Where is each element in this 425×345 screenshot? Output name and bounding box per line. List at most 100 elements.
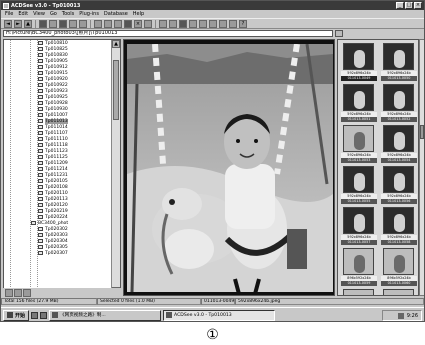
- thumbnail[interactable]: 592x896x24b 011013-0057: [340, 206, 378, 247]
- tree-tool-icon[interactable]: [23, 288, 31, 297]
- thumbnail[interactable]: 592x896x24b 011013-0056: [380, 165, 418, 206]
- thumbnail-image: [383, 166, 414, 193]
- start-button[interactable]: 开始: [3, 309, 30, 321]
- thumbnail[interactable]: 592x896x24b 011013-0053: [340, 124, 378, 165]
- thumbnail[interactable]: 592x896x24b 011013-0058: [380, 206, 418, 247]
- details-view-icon[interactable]: [219, 19, 227, 28]
- folder-icon: [38, 227, 43, 231]
- thumbnail[interactable]: 592x896x24b 011013-0051: [340, 83, 378, 124]
- close-button[interactable]: ×: [414, 2, 422, 9]
- back-icon[interactable]: ◄: [4, 19, 12, 28]
- thumbnail[interactable]: 592x896x24b 011013-0055: [340, 165, 378, 206]
- email-icon[interactable]: [79, 19, 87, 28]
- folder-icon: [31, 221, 36, 225]
- forward-icon[interactable]: ►: [14, 19, 22, 28]
- folder-label: Tp020304: [45, 238, 68, 244]
- figure-caption: ①: [206, 327, 219, 343]
- view-icon[interactable]: [49, 19, 57, 28]
- folder-icon: [38, 59, 43, 63]
- menu-view[interactable]: View: [33, 11, 45, 17]
- scroll-up-icon[interactable]: ▲: [112, 40, 120, 48]
- menu-help[interactable]: Help: [133, 11, 144, 17]
- image-preview[interactable]: [123, 39, 335, 296]
- folder-icon: [38, 197, 43, 201]
- thumbnail[interactable]: [380, 288, 418, 295]
- thumbnail-name: 011013-0050: [381, 76, 417, 81]
- thumbnail[interactable]: 592x896x24b 011013-0052: [380, 83, 418, 124]
- address-input[interactable]: H:\Picture\BC3400_photo03\[照片]\Tp010013: [3, 30, 333, 37]
- maximize-button[interactable]: □: [405, 2, 413, 9]
- thumbnail-scrollbar[interactable]: [419, 39, 424, 296]
- thumbnail-image: [383, 248, 414, 275]
- address-dropdown-button[interactable]: [335, 30, 343, 37]
- thumbnail-image: [343, 166, 374, 193]
- paste-icon[interactable]: [114, 19, 122, 28]
- thumbnail-name: 011013-0054: [381, 158, 417, 163]
- wallpaper-icon[interactable]: [179, 19, 187, 28]
- thumbnail[interactable]: 896x592x24b 011013-0059: [340, 247, 378, 288]
- status-bar: Total 156 files (27.9 MB) Selected 0 fil…: [1, 297, 424, 305]
- tree-scroll-thumb[interactable]: [113, 60, 119, 120]
- tree-scrollbar[interactable]: ▲ ▼: [111, 40, 120, 295]
- folder-icon: [38, 203, 43, 207]
- move-icon[interactable]: [124, 19, 132, 28]
- thumbnail-scroll-thumb[interactable]: [420, 125, 424, 139]
- menu-go[interactable]: Go: [50, 11, 57, 17]
- task-button-document[interactable]: 《网页视频之路》制...: [49, 309, 162, 321]
- thumbnails-view-icon[interactable]: [209, 19, 217, 28]
- application-window: ACDSee v3.0 - Tp010013 _ □ × File Edit V…: [0, 0, 425, 322]
- up-folder-icon[interactable]: ▲: [24, 19, 32, 28]
- thumbnail[interactable]: 592x896x24b 011013-0049: [340, 42, 378, 83]
- thumbnail-pane[interactable]: 592x896x24b 011013-0049 592x896x24b 011013-…: [337, 39, 419, 296]
- folder-icon: [38, 119, 43, 123]
- menu-edit[interactable]: Edit: [18, 11, 28, 17]
- preview-photo: [127, 44, 333, 292]
- thumbnail[interactable]: 592x896x24b 011013-0050: [380, 42, 418, 83]
- folder-icon: [38, 83, 43, 87]
- zoom-icon[interactable]: [169, 19, 177, 28]
- folder-label: Tp020302: [45, 226, 68, 232]
- browse-icon[interactable]: [39, 19, 47, 28]
- folder-icon: [38, 89, 43, 93]
- menu-database[interactable]: Database: [104, 11, 128, 17]
- tray-icon[interactable]: [397, 312, 404, 319]
- thumbnail-name: 011013-0059: [341, 281, 377, 286]
- copy-icon[interactable]: [104, 19, 112, 28]
- menu-plugins[interactable]: Plug-ins: [79, 11, 99, 17]
- slideshow-icon[interactable]: [59, 19, 67, 28]
- rotate-icon[interactable]: [159, 19, 167, 28]
- folder-item[interactable]: Tp020307: [4, 250, 112, 256]
- folder-label: Tp010915: [45, 70, 68, 76]
- folder-tree[interactable]: Tp010810 Tp010825 Tp010830 Tp010905 Tp010912…: [3, 39, 121, 296]
- tree-tool-icon[interactable]: [14, 288, 22, 297]
- tree-tool-icon[interactable]: [5, 288, 13, 297]
- folder-icon: [38, 245, 43, 249]
- task-button-acdsee[interactable]: ACDSee v3.0 - Tp010013: [163, 309, 276, 321]
- thumbnail[interactable]: [340, 288, 378, 295]
- folder-label: Tp020307: [45, 250, 68, 256]
- folder-label: Tp010825: [45, 46, 68, 52]
- folder-label: Tp010912: [45, 64, 68, 70]
- thumbnail[interactable]: 896x592x24b 011013-0060: [380, 247, 418, 288]
- minimize-button[interactable]: _: [396, 2, 404, 9]
- delete-icon[interactable]: ×: [134, 19, 142, 28]
- print-icon[interactable]: [69, 19, 77, 28]
- help-icon[interactable]: ?: [239, 19, 247, 28]
- quicklaunch-desktop-icon[interactable]: [40, 311, 48, 319]
- list-view-icon[interactable]: [229, 19, 237, 28]
- folder-icon: [38, 239, 43, 243]
- quicklaunch-browser-icon[interactable]: [31, 311, 39, 319]
- folder-icon: [38, 179, 43, 183]
- rename-icon[interactable]: [144, 19, 152, 28]
- properties-icon[interactable]: [189, 19, 197, 28]
- task-label: 《网页视频之路》制...: [60, 313, 106, 318]
- cut-icon[interactable]: [94, 19, 102, 28]
- sort-icon[interactable]: [199, 19, 207, 28]
- folder-label: Tp020110: [45, 190, 68, 196]
- menu-file[interactable]: File: [5, 11, 13, 17]
- folder-label: Tp010810: [45, 40, 68, 46]
- folder-icon: [38, 233, 43, 237]
- thumbnail-subject: [394, 50, 405, 68]
- menu-tools[interactable]: Tools: [62, 11, 74, 17]
- thumbnail[interactable]: 592x896x24b 011013-0054: [380, 124, 418, 165]
